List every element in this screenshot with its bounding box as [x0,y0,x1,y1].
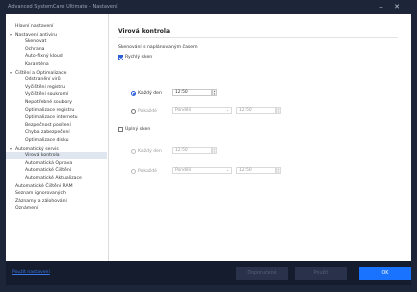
full-scan-checkbox[interactable] [118,127,123,132]
sidebar-item[interactable]: Ochrana [6,46,107,53]
recommended-button[interactable]: Doporučené [236,267,288,280]
title-bar: Advanced SystemCare Ultimate - Nastavení… [0,0,417,14]
main-panel: Virová kontrola Skenování s naplánovaným… [109,14,411,261]
sidebar-item-label: Optimalizace registru [25,107,75,113]
full-daily-radio[interactable] [131,149,136,154]
sidebar-item[interactable]: ▾ Automatický servis [6,145,107,152]
ok-button[interactable]: OK [359,267,411,280]
sidebar-item-label: Automatická Oprava [25,160,73,166]
apply-settings-link[interactable]: Použít nastavení [12,270,50,275]
window-title: Advanced SystemCare Ultimate - Nastavení [8,4,118,10]
settings-panel: Hlavní nastavení ▾ Nastavení antiviru Skeno… [6,14,411,261]
quick-weekly-time-input[interactable]: 12:50 [236,107,276,114]
sidebar-item-label: Vyčištění registru [25,84,66,90]
sidebar-item-label: Skenovat [25,39,47,45]
sidebar-item-label: Odstranění virů [25,77,61,83]
sidebar-item[interactable]: Optimalizace internetu [6,114,107,121]
full-weekly-day-select[interactable]: Pondělí [172,167,232,174]
sidebar-item-label: Automatické Aktualizace [25,176,82,181]
sidebar-item[interactable]: Karanténa [6,61,107,68]
sidebar-item[interactable]: Seznam ignorovaných [6,190,107,197]
sidebar-item-label: Ochrana [25,46,45,52]
sidebar-item-label: Karanténa [25,62,49,67]
sidebar-item-label: Auto-fixný kloud [25,54,63,60]
full-scan-label: Úplný sken [125,127,151,132]
page-title: Virová kontrola [118,28,171,35]
divider [118,37,398,38]
full-daily-time-input[interactable]: 12:50 [172,147,212,154]
sidebar-item-label: Vyčištění soukromí [25,92,69,98]
sidebar-item[interactable]: Skenovat [6,38,107,45]
close-icon[interactable]: ✕ [392,2,402,12]
apply-button[interactable]: Použít [295,267,347,280]
sidebar-item-label: Automatické Čištění RAM [15,183,73,189]
sidebar-item[interactable]: Optimalizace disku [6,137,107,144]
sidebar-item[interactable]: Nepotřebné soubory [6,99,107,106]
sidebar-item-label: Chyba zabezpečení [25,130,70,136]
sidebar-item-label: Automatické Čištění [25,168,72,174]
sidebar-item[interactable]: Hlavní nastavení [6,23,107,30]
sidebar-item[interactable]: Vyčištění soukromí [6,91,107,98]
sidebar-item[interactable]: Automatické Aktualizace [6,175,107,182]
sidebar-item[interactable]: ▾ Nastavení antiviru [6,31,107,38]
sidebar-item[interactable]: Optimalizace registru [6,107,107,114]
full-weekly-time-spinner[interactable]: ▴ ▾ [276,167,281,174]
footer-bar: Použít nastavení Doporučené Použít OK [6,261,411,285]
sidebar-item-label: Bezpečnost posílení [25,122,71,128]
sidebar-item-label: Nepotřebné soubory [25,100,72,105]
quick-weekly-time-spinner[interactable]: ▴ ▾ [276,107,281,114]
sidebar-item[interactable]: Automatické Čištění RAM [6,183,107,190]
sidebar-item-label: Optimalizace internetu [25,115,78,121]
sidebar-item-label: Záznamy a zálohování [15,198,67,204]
quick-scan-label: Rychlý sken [125,55,153,60]
quick-daily-time-input[interactable]: 12:50 [172,89,212,96]
full-weekly-time-input[interactable]: 12:50 [236,167,276,174]
sidebar-item[interactable]: ▾ Čištění a Optimalizace [6,69,107,76]
sidebar-item-label: Seznam ignorovaných [15,191,66,197]
sidebar-item[interactable]: Odstranění virů [6,76,107,83]
full-daily-time-spinner[interactable]: ▴ ▾ [212,147,217,154]
sidebar-item-label: Nastavení antiviru [15,32,58,38]
sidebar-item[interactable]: Chyba zabezpečení [6,129,107,136]
quick-daily-radio[interactable] [131,91,136,96]
sidebar-item-label: Automatický servis [15,146,59,152]
sidebar-item[interactable]: Automatická Oprava [6,160,107,167]
sidebar: Hlavní nastavení ▾ Nastavení antiviru Skeno… [6,14,109,261]
sidebar-item[interactable]: Oznámení [6,205,107,212]
sidebar-item-label: Oznámení [15,206,39,212]
sidebar-item-label: Hlavní nastavení [15,24,54,29]
full-weekly-label: Pokaždé [138,169,157,174]
sidebar-item[interactable]: Virová kontrola [6,152,107,160]
quick-daily-label: Každý den [138,91,162,96]
full-daily-label: Každý den [138,149,162,154]
quick-weekly-day-select[interactable]: Pondělí [172,107,232,114]
sidebar-item-label: Virová kontrola [25,153,60,159]
quick-daily-time-spinner[interactable]: ▴ ▾ [212,89,217,96]
sidebar-item-label: Optimalizace disku [25,138,69,143]
quick-weekly-radio[interactable] [131,109,136,114]
quick-scan-checkbox[interactable] [118,55,123,60]
full-weekly-radio[interactable] [131,169,136,174]
chevron-down-icon: ⌄ [226,108,229,112]
quick-weekly-label: Pokaždé [138,109,157,114]
sidebar-item[interactable]: Záznamy a zálohování [6,198,107,205]
chevron-down-icon: ⌄ [226,168,229,172]
minimize-icon[interactable]: – [376,2,386,12]
sidebar-item[interactable]: Vyčištění registru [6,84,107,91]
sidebar-item[interactable]: Automatické Čištění [6,167,107,174]
schedule-label: Skenování s naplánovaným časem [118,45,198,50]
sidebar-item[interactable]: Auto-fixný kloud [6,53,107,60]
sidebar-item-label: Čištění a Optimalizace [15,70,67,76]
sidebar-item[interactable]: Bezpečnost posílení [6,122,107,129]
